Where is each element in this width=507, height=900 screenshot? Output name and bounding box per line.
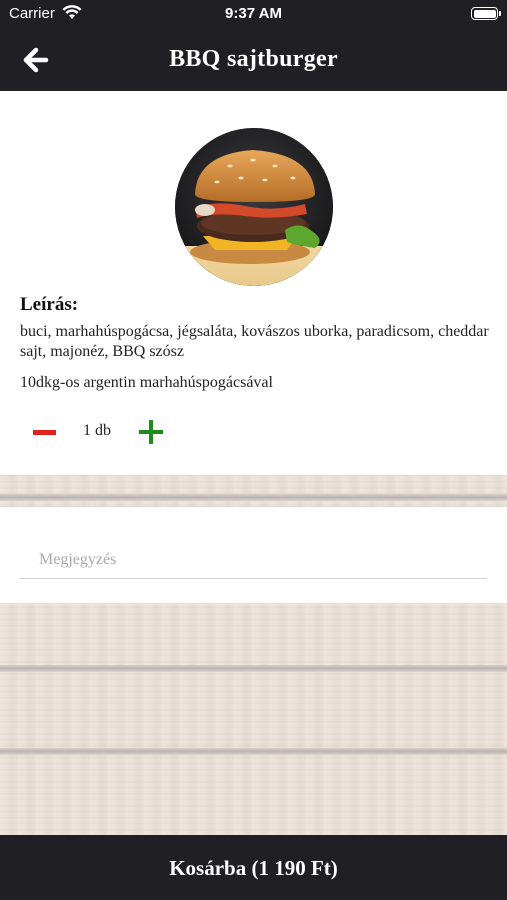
quantity-label: 1 db [83,422,111,439]
add-to-cart-button[interactable]: Kosárba (1 190 Ft) [0,835,507,900]
description-heading: Leírás: [20,294,79,315]
plus-icon[interactable] [139,420,163,444]
plank-divider [0,665,507,672]
plank-divider [0,494,507,501]
page-title: BBQ sajtburger [169,46,338,72]
note-card [0,507,507,603]
description-text: buci, marhahúspogácsa, jégsaláta, kovász… [20,323,489,360]
top-bar: Carrier 9:37 AM BBQ sajtburger [0,0,507,91]
burger-image [175,128,333,286]
product-card: Leírás: buci, marhahúspogácsa, jégsaláta… [0,91,507,475]
minus-icon[interactable] [33,430,56,435]
plank-divider [0,748,507,755]
note-input[interactable] [20,541,487,579]
battery-icon [471,7,501,20]
quantity-stepper: 1 db [30,416,180,448]
description-note: 10dkg-os argentin marhahúspogácsával [20,374,273,391]
status-time: 9:37 AM [225,5,282,22]
add-to-cart-label: Kosárba (1 190 Ft) [169,856,338,880]
status-bar: Carrier 9:37 AM [0,0,507,30]
